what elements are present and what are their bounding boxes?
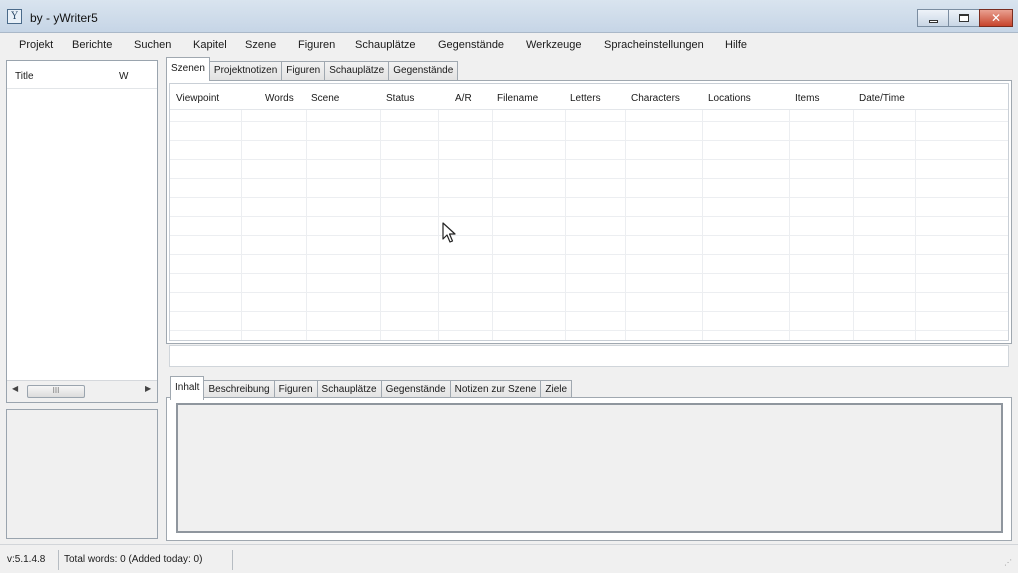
mouse-cursor-icon [442, 222, 456, 243]
scene-table[interactable]: Viewpoint Words Scene Status A/R Filenam… [169, 83, 1009, 341]
grid-line [565, 84, 566, 340]
menu-spracheinstellungen[interactable]: Spracheinstellungen [604, 39, 704, 51]
horizontal-scrollbar[interactable]: ◀ III ▶ [7, 380, 157, 402]
menu-suchen[interactable]: Suchen [134, 39, 171, 51]
menu-bar: Projekt Berichte Suchen Kapitel Szene Fi… [0, 33, 1018, 57]
status-divider [232, 550, 233, 570]
title-bar[interactable]: Y by - yWriter5 ✕ [0, 0, 1018, 33]
menu-werkzeuge[interactable]: Werkzeuge [526, 39, 581, 51]
menu-figuren[interactable]: Figuren [298, 39, 335, 51]
maximize-icon [959, 14, 969, 22]
grid-line [789, 84, 790, 340]
minimize-icon [928, 19, 938, 23]
column-status[interactable]: Status [386, 93, 414, 104]
grid-line [853, 84, 854, 340]
column-datetime[interactable]: Date/Time [859, 93, 905, 104]
menu-schauplaetze[interactable]: Schauplätze [355, 39, 416, 51]
maximize-button[interactable] [948, 9, 980, 27]
scene-info-field[interactable] [169, 345, 1009, 367]
scroll-thumb[interactable]: III [27, 385, 85, 398]
column-title[interactable]: Title [15, 71, 34, 82]
column-scene[interactable]: Scene [311, 93, 339, 104]
scroll-right-icon[interactable]: ▶ [145, 384, 151, 393]
scroll-left-icon[interactable]: ◀ [12, 384, 18, 393]
close-button[interactable]: ✕ [979, 9, 1013, 27]
tab-projektnotizen[interactable]: Projektnotizen [208, 61, 283, 81]
column-viewpoint[interactable]: Viewpoint [176, 93, 219, 104]
tab-inhalt[interactable]: Inhalt [170, 376, 205, 400]
scene-content-pane [166, 397, 1012, 541]
column-ar[interactable]: A/R [455, 93, 472, 104]
app-window: Y by - yWriter5 ✕ Projekt Berichte Suche… [0, 0, 1018, 573]
grid-line [241, 84, 242, 340]
column-words[interactable]: Words [265, 93, 294, 104]
grid-line [702, 84, 703, 340]
minimize-button[interactable] [917, 9, 949, 27]
column-items[interactable]: Items [795, 93, 819, 104]
resize-grip-icon[interactable]: ⋰ [1004, 558, 1014, 568]
column-letters[interactable]: Letters [570, 93, 601, 104]
menu-kapitel[interactable]: Kapitel [193, 39, 227, 51]
tab-gegenstaende[interactable]: Gegenstände [388, 61, 459, 81]
window-controls: ✕ [917, 9, 1013, 27]
tab-figuren[interactable]: Figuren [281, 61, 326, 81]
menu-szene[interactable]: Szene [245, 39, 276, 51]
column-locations[interactable]: Locations [708, 93, 751, 104]
tab-schauplaetze[interactable]: Schauplätze [324, 61, 390, 81]
chapter-list-header: Title W [7, 61, 157, 89]
status-divider [58, 550, 59, 570]
menu-projekt[interactable]: Projekt [19, 39, 53, 51]
chapter-description-panel[interactable] [6, 409, 158, 539]
total-words-label: Total words: 0 (Added today: 0) [64, 554, 203, 565]
grid-line [625, 84, 626, 340]
menu-gegenstaende[interactable]: Gegenstände [438, 39, 504, 51]
grid-line [438, 84, 439, 340]
status-bar: v:5.1.4.8 Total words: 0 (Added today: 0… [0, 544, 1018, 573]
version-label: v:5.1.4.8 [7, 554, 46, 565]
menu-hilfe[interactable]: Hilfe [725, 39, 747, 51]
column-words[interactable]: W [119, 71, 128, 82]
scene-list-pane: Viewpoint Words Scene Status A/R Filenam… [166, 80, 1012, 344]
tab-szenen[interactable]: Szenen [166, 57, 210, 81]
column-characters[interactable]: Characters [631, 93, 680, 104]
grid-line [306, 84, 307, 340]
column-filename[interactable]: Filename [497, 93, 538, 104]
chapter-list[interactable]: Title W ◀ III ▶ [6, 60, 158, 403]
menu-berichte[interactable]: Berichte [72, 39, 112, 51]
grid-line [492, 84, 493, 340]
scene-content-editor[interactable] [176, 403, 1003, 533]
close-icon: ✕ [990, 11, 1002, 25]
scene-table-header: Viewpoint Words Scene Status A/R Filenam… [170, 84, 1008, 110]
main-tabs: Szenen Projektnotizen Figuren Schauplätz… [166, 57, 459, 81]
grid-line [380, 84, 381, 340]
yw-logo-icon[interactable]: Y [7, 9, 22, 24]
window-title: by - yWriter5 [30, 11, 98, 25]
grid-line [915, 84, 916, 340]
